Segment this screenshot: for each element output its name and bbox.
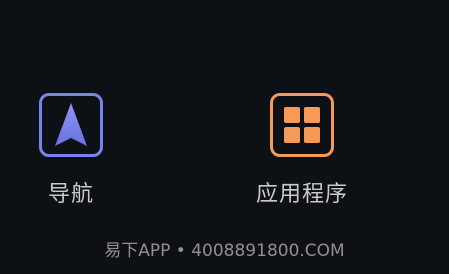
- watermark-text: 易下APP • 4008891800.COM: [104, 241, 345, 261]
- navigation-app-tile[interactable]: 导航: [1, 93, 141, 208]
- applications-icon-frame[interactable]: [270, 93, 334, 157]
- applications-app-label: 应用程序: [255, 182, 348, 207]
- navigation-arrow-icon: [55, 103, 87, 146]
- navigation-app-label: 导航: [47, 182, 94, 207]
- applications-app-tile[interactable]: 应用程序: [232, 93, 372, 208]
- navigation-icon-frame[interactable]: [39, 93, 103, 157]
- app-grid-icon: [284, 107, 320, 143]
- launcher-screen: 导航 应用程序 易下APP • 4008891800.COM: [0, 0, 449, 274]
